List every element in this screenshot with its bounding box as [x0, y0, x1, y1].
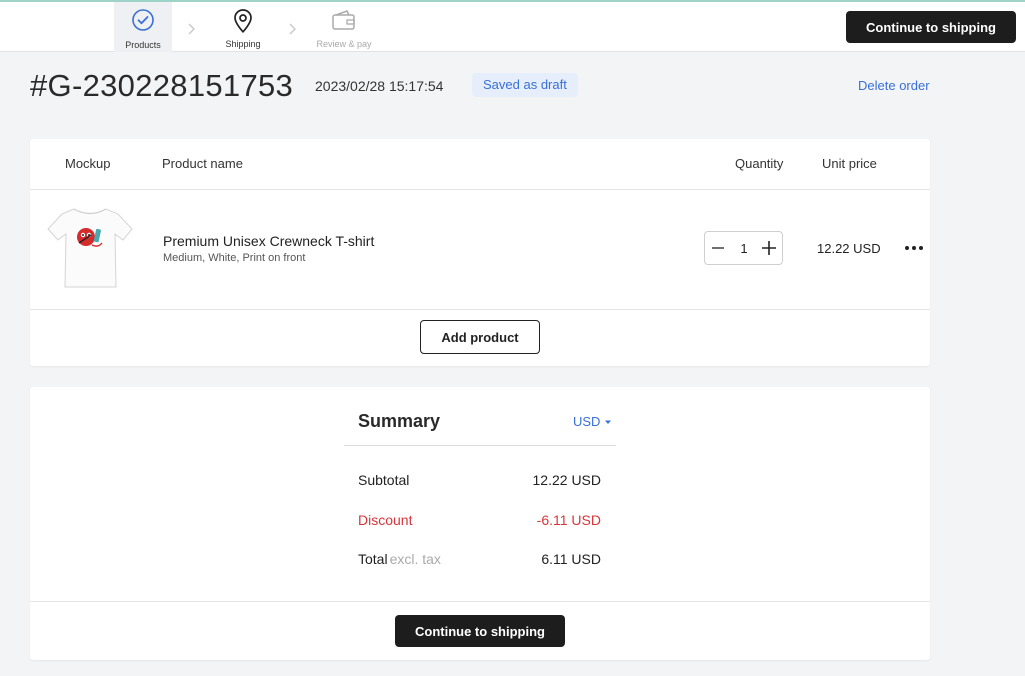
step-label: Shipping — [225, 39, 261, 49]
continue-to-shipping-button[interactable]: Continue to shipping — [846, 11, 1016, 43]
tshirt-mockup-image — [46, 203, 134, 293]
map-pin-icon — [231, 8, 255, 39]
discount-value: -6.11 USD — [536, 512, 601, 528]
chevron-right-icon — [287, 22, 297, 41]
total-tax-note: excl. tax — [389, 551, 441, 567]
subtotal-label: Subtotal — [358, 472, 410, 488]
add-product-button[interactable]: Add product — [420, 320, 540, 354]
unit-price: 12.22 USD — [817, 241, 881, 256]
divider — [30, 189, 930, 190]
caret-down-icon — [604, 414, 612, 429]
subtotal-value: 12.22 USD — [532, 472, 601, 488]
discount-label: Discount — [358, 512, 413, 528]
more-options-icon[interactable] — [902, 238, 926, 258]
status-badge: Saved as draft — [472, 73, 578, 97]
wallet-icon — [331, 8, 357, 37]
column-header-quantity: Quantity — [735, 156, 784, 171]
check-circle-icon — [131, 8, 155, 37]
summary-card: Summary USD Subtotal 12.22 USD Discount … — [30, 387, 930, 660]
currency-value: USD — [573, 414, 601, 429]
order-id: #G-230228151753 — [30, 68, 294, 103]
divider — [344, 445, 616, 446]
total-label-group: Total excl. tax — [358, 551, 441, 567]
delete-order-link[interactable]: Delete order — [858, 78, 930, 93]
column-header-product-name: Product name — [162, 156, 243, 171]
column-header-unit-price: Unit price — [822, 156, 877, 171]
divider — [30, 601, 930, 602]
total-label: Total — [358, 551, 388, 567]
increase-quantity-button[interactable] — [756, 232, 782, 264]
step-shipping[interactable]: Shipping — [214, 2, 272, 52]
decrease-quantity-button[interactable] — [705, 232, 731, 264]
currency-select[interactable]: USD — [573, 414, 612, 429]
divider — [30, 309, 930, 310]
step-products[interactable]: Products — [114, 2, 172, 52]
step-label: Review & pay — [316, 39, 372, 49]
top-bar: Products Shipping Review & pay Continue … — [0, 0, 1025, 52]
product-name: Premium Unisex Crewneck T-shirt — [163, 233, 375, 249]
summary-title: Summary — [358, 411, 441, 431]
total-value: 6.11 USD — [541, 551, 601, 567]
step-label: Products — [125, 40, 161, 50]
continue-to-shipping-button-bottom[interactable]: Continue to shipping — [395, 615, 565, 647]
column-header-mockup: Mockup — [65, 156, 111, 171]
products-card: Mockup Product name Quantity Unit price … — [30, 139, 930, 366]
order-date: 2023/02/28 15:17:54 — [315, 78, 444, 94]
quantity-stepper: 1 — [704, 231, 783, 265]
step-review-pay: Review & pay — [312, 2, 376, 52]
quantity-value[interactable]: 1 — [731, 241, 757, 256]
chevron-right-icon — [186, 22, 196, 41]
product-variant: Medium, White, Print on front — [163, 252, 306, 264]
